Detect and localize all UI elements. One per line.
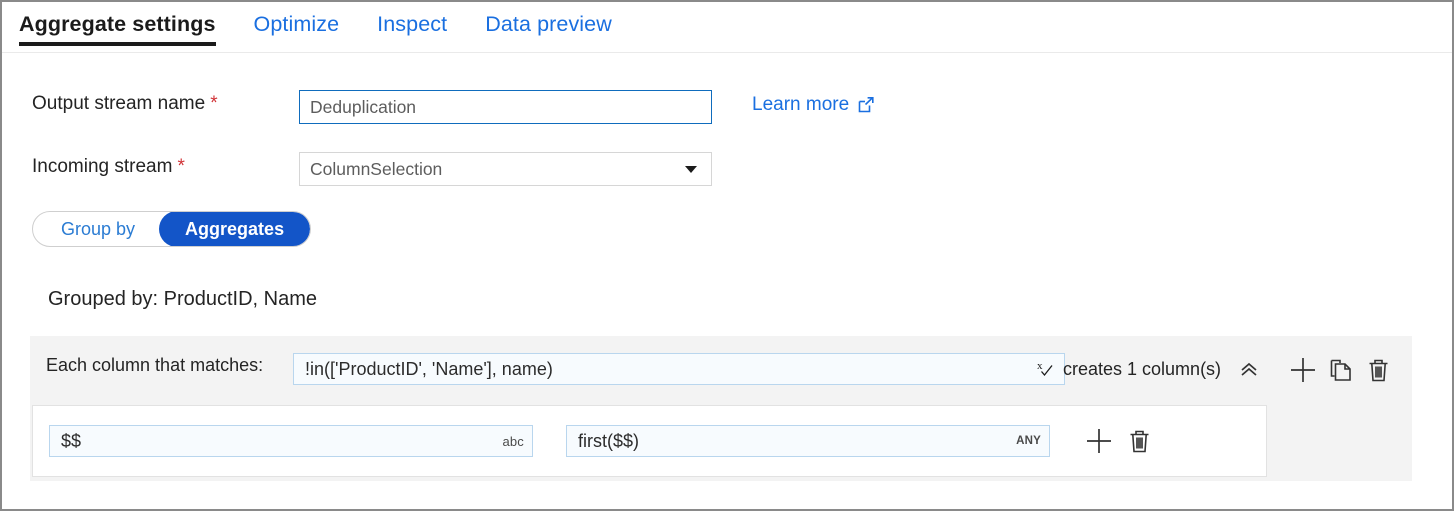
matcher-expression-value: !in(['ProductID', 'Name'], name) [305, 359, 553, 380]
double-chevron-up-icon[interactable] [1238, 358, 1260, 380]
output-stream-name-input[interactable] [299, 90, 712, 124]
delete-rule-trash-icon[interactable] [1365, 357, 1392, 384]
chevron-down-icon [685, 166, 697, 173]
matcher-label: Each column that matches: [46, 355, 263, 376]
aggregate-expression-value: first($$) [578, 431, 639, 452]
output-stream-name-row: Output stream name * [32, 93, 218, 115]
incoming-stream-label: Incoming stream [32, 156, 172, 178]
tab-aggregate-settings[interactable]: Aggregate settings [19, 2, 216, 36]
tab-label: Optimize [254, 12, 340, 36]
tab-data-preview[interactable]: Data preview [485, 2, 612, 36]
matcher-expression-input[interactable]: !in(['ProductID', 'Name'], name) x [293, 353, 1065, 385]
required-asterisk: * [177, 156, 184, 178]
svg-text:x: x [1037, 360, 1043, 372]
aggregate-column-card: $$ abc first($$) ANY [32, 405, 1267, 477]
tab-label: Aggregate settings [19, 12, 216, 36]
duplicate-rule-copy-icon[interactable] [1328, 357, 1355, 384]
incoming-stream-value: ColumnSelection [310, 159, 442, 180]
expression-type-hint: ANY [1016, 435, 1041, 447]
incoming-stream-row: Incoming stream * [32, 156, 185, 178]
learn-more-link[interactable]: Learn more [752, 94, 875, 116]
expression-icon[interactable]: x [1034, 358, 1056, 380]
delete-column-trash-icon[interactable] [1126, 428, 1153, 455]
tab-strip: Aggregate settings Optimize Inspect Data… [2, 2, 1452, 53]
add-rule-plus-icon[interactable] [1288, 355, 1318, 385]
toggle-group-by[interactable]: Group by [33, 212, 161, 246]
toggle-group-by-label: Group by [61, 219, 135, 240]
toggle-aggregates-label: Aggregates [185, 219, 284, 240]
column-name-type-hint: abc [502, 434, 524, 449]
incoming-stream-select[interactable]: ColumnSelection [299, 152, 712, 186]
output-stream-name-label: Output stream name [32, 93, 205, 115]
learn-more-label: Learn more [752, 94, 849, 116]
tab-label: Data preview [485, 12, 612, 36]
add-column-plus-icon[interactable] [1084, 426, 1114, 456]
grouped-by-caption: Grouped by: ProductID, Name [48, 288, 317, 311]
matcher-label-wrap: Each column that matches: [46, 355, 263, 376]
creates-columns-text: creates 1 column(s) [1063, 359, 1221, 380]
tab-label: Inspect [377, 12, 447, 36]
aggregate-column-name-value: $$ [61, 431, 81, 452]
tab-inspect[interactable]: Inspect [377, 2, 447, 36]
tab-optimize[interactable]: Optimize [254, 2, 340, 36]
mode-toggle: Group by Aggregates [32, 211, 311, 247]
aggregate-rule-panel: Each column that matches: !in(['ProductI… [30, 336, 1412, 481]
aggregate-expression-input[interactable]: first($$) ANY [566, 425, 1050, 457]
aggregate-column-name-input[interactable]: $$ abc [49, 425, 533, 457]
aggregate-settings-panel: Aggregate settings Optimize Inspect Data… [0, 0, 1454, 511]
required-asterisk: * [210, 93, 217, 115]
external-link-icon [857, 96, 875, 114]
toggle-aggregates[interactable]: Aggregates [159, 211, 310, 247]
